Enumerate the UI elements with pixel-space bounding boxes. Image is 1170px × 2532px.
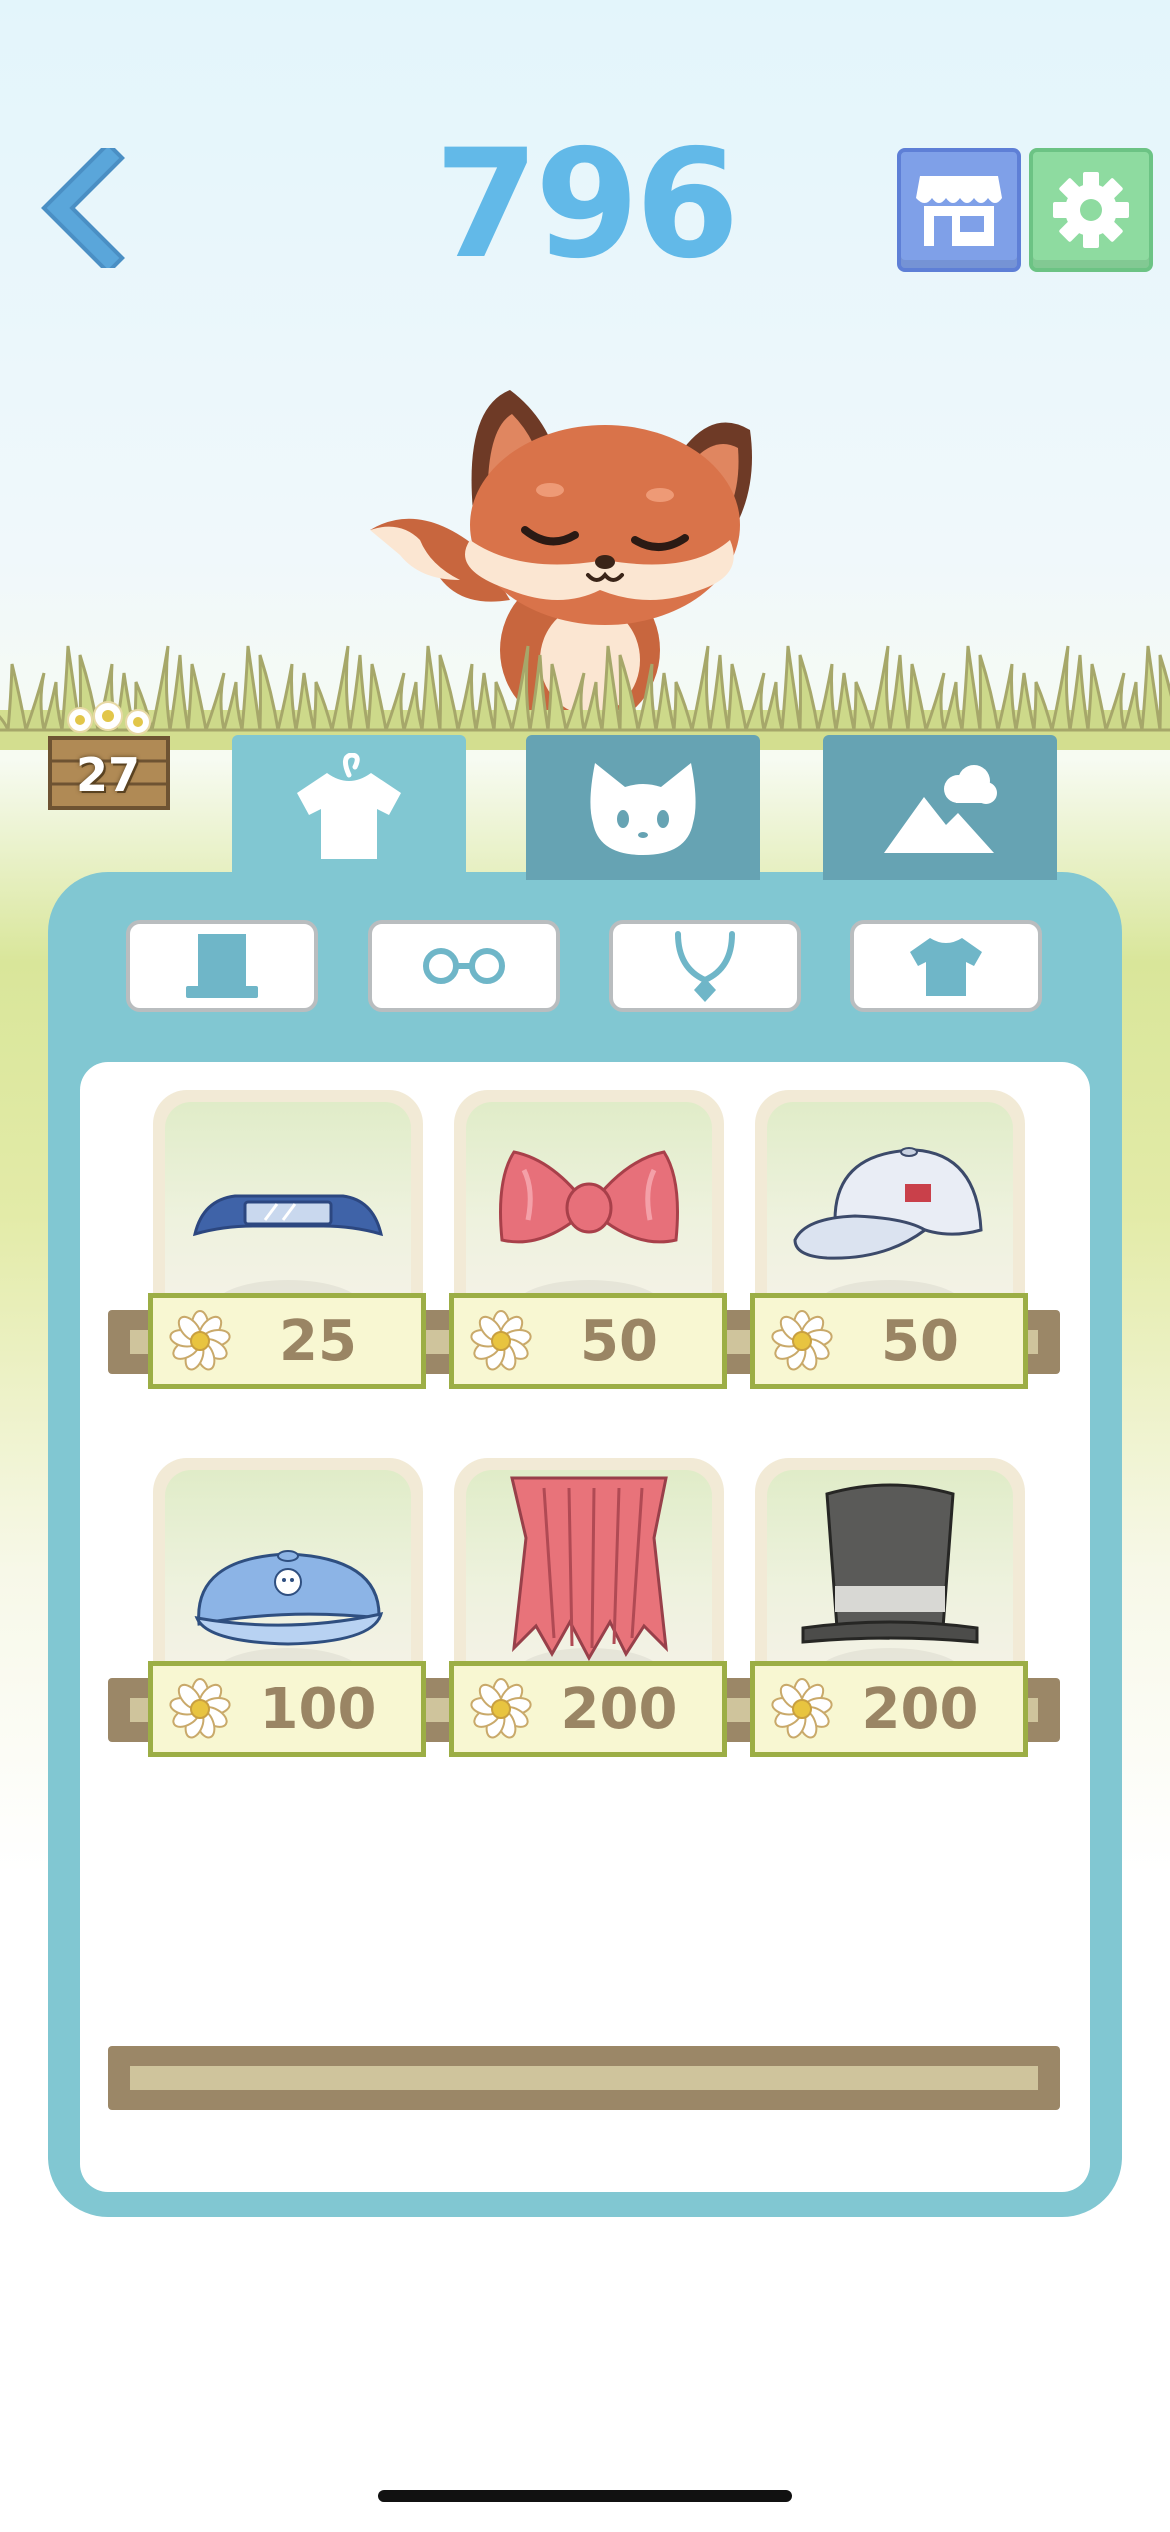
subtab-glasses[interactable] (368, 920, 560, 1012)
item-price: 200 (560, 1676, 678, 1742)
bow-icon (499, 1150, 679, 1244)
item-price: 25 (279, 1308, 357, 1374)
top-hat-icon (186, 934, 258, 998)
price-tag[interactable]: 200 (750, 1661, 1028, 1757)
top-hat-icon (801, 1483, 979, 1644)
cat-face-icon (590, 762, 696, 855)
item-price: 100 (259, 1676, 377, 1742)
white-cap-icon (793, 1147, 983, 1260)
necklace-icon (675, 931, 735, 1002)
empty-shelf (108, 2046, 1060, 2110)
back-button[interactable] (40, 141, 130, 275)
tab-scene[interactable] (823, 735, 1057, 880)
flower-score: 796 (434, 118, 739, 292)
item-card-white-cap[interactable] (755, 1090, 1025, 1300)
daisy-icon (770, 1310, 834, 1373)
storefront-icon (916, 176, 1002, 246)
daisy-icon (168, 1678, 232, 1741)
mountain-cloud-icon (884, 764, 997, 853)
grass-strip (0, 645, 1170, 750)
item-card-top-hat[interactable] (755, 1458, 1025, 1668)
price-tag[interactable]: 25 (148, 1293, 426, 1389)
t-shirt-hanger-icon (297, 752, 401, 859)
settings-button[interactable] (1029, 148, 1153, 272)
price-tag[interactable]: 50 (750, 1293, 1028, 1389)
tab-character[interactable] (526, 735, 760, 880)
subtab-necklace[interactable] (609, 920, 801, 1012)
tab-clothes[interactable] (232, 735, 466, 880)
grass-skirt-icon (510, 1476, 668, 1662)
gear-icon (1053, 172, 1129, 248)
price-tag[interactable]: 200 (449, 1661, 727, 1757)
item-card-blue-cap[interactable] (153, 1458, 423, 1668)
daisy-icon (168, 1310, 232, 1373)
subtab-hats[interactable] (126, 920, 318, 1012)
chevron-left-icon (41, 141, 125, 275)
daisy-icon (469, 1310, 533, 1373)
flower-count: 27 (75, 748, 140, 802)
item-card-visor[interactable] (153, 1090, 423, 1300)
blue-cap-icon (194, 1550, 384, 1646)
home-indicator[interactable] (378, 2490, 792, 2502)
item-price: 50 (881, 1308, 959, 1374)
item-price: 200 (861, 1676, 979, 1742)
t-shirt-icon (910, 938, 982, 996)
daisy-icon (770, 1678, 834, 1741)
daisy-icon (469, 1678, 533, 1741)
glasses-icon (423, 948, 505, 984)
item-card-bow[interactable] (454, 1090, 724, 1300)
subtab-shirts[interactable] (850, 920, 1042, 1012)
visor-icon (192, 1194, 384, 1237)
item-card-grass-skirt[interactable] (454, 1458, 724, 1668)
price-tag[interactable]: 100 (148, 1661, 426, 1757)
shop-button[interactable] (897, 148, 1021, 272)
item-price: 50 (580, 1308, 658, 1374)
price-tag[interactable]: 50 (449, 1293, 727, 1389)
